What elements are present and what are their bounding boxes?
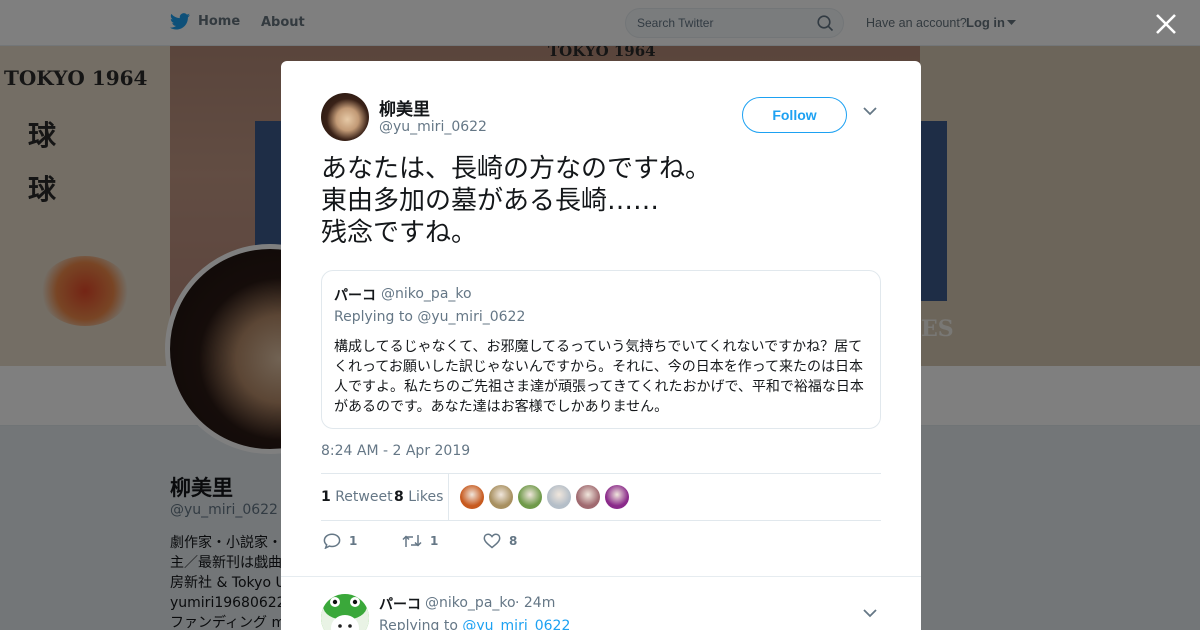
liker-avatar[interactable] [576,485,600,509]
retweet-action[interactable]: 1 [402,533,438,549]
likes-stat[interactable]: 8 Likes [394,489,443,505]
reply-replying-to: Replying to @yu_miri_0622 [379,618,570,630]
reply-icon [323,533,341,549]
liker-avatar[interactable] [547,485,571,509]
reply-action[interactable]: 1 [323,533,357,549]
quoted-tweet[interactable]: パーコ @niko_pa_ko Replying to @yu_miri_062… [321,270,881,429]
reply-tweet[interactable]: パーコ @niko_pa_ko · 24m Replying to @yu_mi… [281,576,921,630]
reply-author-handle[interactable]: @niko_pa_ko [425,595,516,611]
reply-avatar[interactable] [321,594,369,630]
retweet-count: 1 [430,534,439,548]
quote-author-handle: @niko_pa_ko [381,286,472,302]
retweet-stat[interactable]: 1 Retweet [321,489,393,505]
tweet-modal: 柳美里 @yu_miri_0622 Follow あなたは、長崎の方なのですね。… [281,61,921,630]
quote-author-name: パーコ [334,288,376,304]
liker-avatar[interactable] [489,485,513,509]
chevron-down-icon[interactable] [863,107,877,116]
reply-replying-to-handle[interactable]: @yu_miri_0622 [462,618,570,630]
retweet-icon [402,535,422,547]
tweet-timestamp: 8:24 AM - 2 Apr 2019 [321,443,471,459]
likes-stat-label: Likes [408,489,444,505]
author-name[interactable]: 柳美里 [379,95,430,120]
reply-author-name[interactable]: パーコ [379,594,421,614]
retweet-stat-label: Retweet [335,489,393,505]
reply-replying-to-prefix: Replying to [379,618,458,630]
liker-avatar[interactable] [605,485,629,509]
author-avatar[interactable] [321,93,369,141]
follow-button[interactable]: Follow [742,97,847,133]
quote-replying-to: Replying to @yu_miri_0622 [334,309,525,325]
retweet-stat-count: 1 [321,489,331,505]
tweet-actions: 1 1 8 [321,529,881,555]
quote-replying-to-handle: @yu_miri_0622 [417,309,526,325]
heart-icon [483,533,501,549]
reply-count: 1 [349,534,358,548]
stats-divider [448,474,449,520]
liker-avatars [460,485,629,509]
tweet-text: あなたは、長崎の方なのですね。 東由多加の墓がある長崎…… 残念ですね。 [321,154,712,248]
close-icon[interactable] [1153,11,1179,37]
likes-stat-count: 8 [394,489,404,505]
author-handle[interactable]: @yu_miri_0622 [379,119,487,135]
tweet-stats: 1 Retweet 8 Likes [321,473,881,521]
like-action[interactable]: 8 [483,533,517,549]
quote-replying-to-prefix: Replying to [334,309,413,325]
chevron-down-icon[interactable] [863,609,877,618]
liker-avatar[interactable] [518,485,542,509]
liker-avatar[interactable] [460,485,484,509]
like-count: 8 [509,534,518,548]
reply-time[interactable]: · 24m [515,595,555,611]
quote-text: 構成してるじゃなくて、お邪魔してるっていう気持ちでいてくれないですかね？居てくれ… [334,339,864,415]
reply-avatar-image [321,594,369,630]
